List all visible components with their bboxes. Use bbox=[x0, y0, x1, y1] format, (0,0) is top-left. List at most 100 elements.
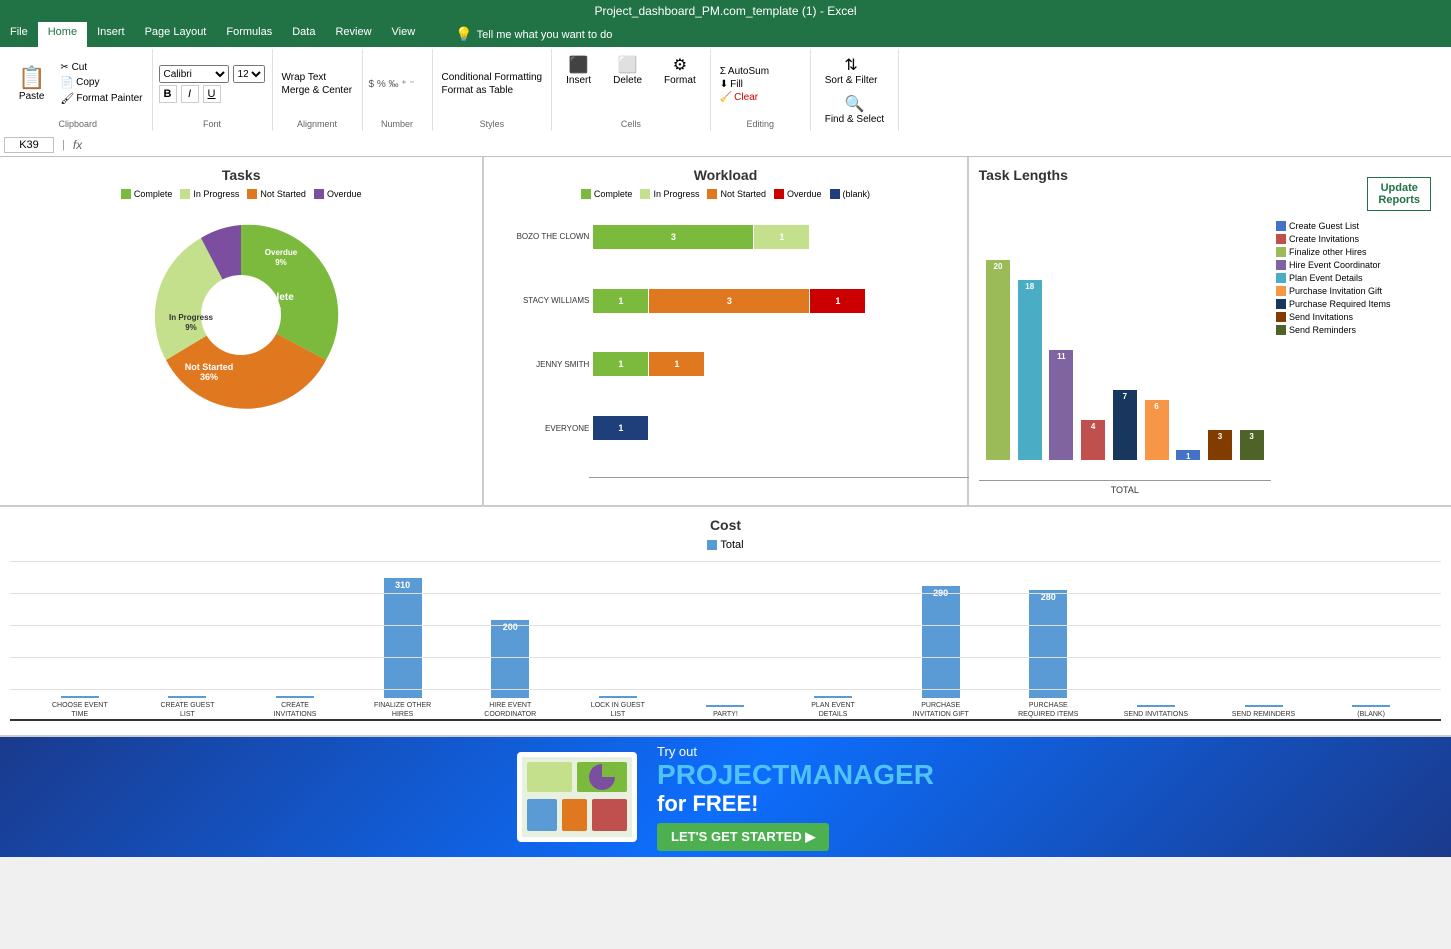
cost-bar-rect-2 bbox=[168, 696, 206, 698]
tasks-panel: Tasks Complete In Progress Not Started O… bbox=[0, 157, 484, 505]
delete-button[interactable]: ⬜ Delete bbox=[605, 51, 650, 90]
tell-me-box[interactable]: 💡 Tell me what you want to do bbox=[445, 22, 622, 47]
wl-color-complete bbox=[581, 189, 591, 199]
svg-text:Not Started: Not Started bbox=[185, 362, 234, 372]
tab-home[interactable]: Home bbox=[38, 22, 87, 47]
formula-bar: | fx bbox=[0, 133, 1451, 157]
format-painter-button[interactable]: 🖌 Format Painter bbox=[57, 91, 145, 106]
copy-button[interactable]: 📄 Copy bbox=[57, 75, 145, 90]
banner-thumbnail-svg bbox=[522, 757, 632, 837]
conditional-formatting-button[interactable]: Conditional Formatting bbox=[439, 71, 546, 84]
sort-filter-button[interactable]: ⇅ Sort & Filter bbox=[817, 51, 886, 90]
svg-text:9%: 9% bbox=[275, 258, 287, 267]
autosum-button[interactable]: ΣAutoSum bbox=[717, 65, 772, 78]
banner-cta-button[interactable]: LET'S GET STARTED ▶ bbox=[657, 823, 829, 851]
task-lengths-chart-area: 20 18 11 4 7 bbox=[979, 211, 1271, 495]
tl-bar-3: 11 bbox=[1047, 350, 1076, 460]
legend-complete: Complete bbox=[121, 189, 173, 199]
font-size-select[interactable]: 12 bbox=[233, 65, 265, 83]
tab-review[interactable]: Review bbox=[325, 22, 381, 47]
tab-data[interactable]: Data bbox=[282, 22, 325, 47]
tl-lc-8 bbox=[1276, 312, 1286, 322]
insert-button[interactable]: ⬛ Insert bbox=[558, 51, 599, 90]
find-select-button[interactable]: 🔍 Find & Select bbox=[817, 90, 892, 129]
formula-input[interactable] bbox=[86, 139, 1447, 151]
cost-bar-party: PARTY! bbox=[676, 705, 776, 719]
tl-legend-9: Send Reminders bbox=[1276, 325, 1436, 335]
cost-bar-rect-10: 280 bbox=[1029, 590, 1067, 698]
legend-not-started: Not Started bbox=[247, 189, 306, 199]
tasks-legend: Complete In Progress Not Started Overdue bbox=[121, 189, 362, 199]
formula-separator: | bbox=[58, 139, 69, 151]
tl-lc-9 bbox=[1276, 325, 1286, 335]
font-content: Calibri 12 B I U bbox=[159, 51, 266, 117]
cost-bar-create-invitations: CREATE INVITATIONS bbox=[245, 696, 345, 719]
italic-button[interactable]: I bbox=[181, 85, 199, 103]
wl-color-overdue bbox=[774, 189, 784, 199]
banner-title: PROJECTMANAGER bbox=[657, 759, 934, 791]
merge-center-button[interactable]: Merge & Center bbox=[279, 84, 356, 97]
tab-insert[interactable]: Insert bbox=[87, 22, 135, 47]
wl-bar-bozo-in-progress: 1 bbox=[754, 225, 809, 249]
alignment-group: Wrap Text Merge & Center Alignment bbox=[273, 49, 363, 131]
tab-page-layout[interactable]: Page Layout bbox=[135, 22, 217, 47]
editing-content: ΣAutoSum ⬇Fill 🧹 Clear bbox=[717, 51, 804, 117]
wl-bar-everyone-blank: 1 bbox=[593, 416, 648, 440]
sort-find-content: ⇅ Sort & Filter 🔍 Find & Select bbox=[817, 51, 892, 129]
tl-bar-2: 18 bbox=[1015, 280, 1044, 460]
wl-bar-stacy-overdue: 1 bbox=[810, 289, 865, 313]
tl-lc-7 bbox=[1276, 299, 1286, 309]
clear-button[interactable]: 🧹 Clear bbox=[717, 91, 761, 104]
tab-file[interactable]: File bbox=[0, 22, 38, 47]
font-name-select[interactable]: Calibri bbox=[159, 65, 229, 83]
cost-chart-area: CHOOSE EVENT TIME CREATE GUEST LIST CREA… bbox=[10, 561, 1441, 721]
banner-for-free: for FREE! bbox=[657, 791, 934, 817]
styles-content: Conditional Formatting Format as Table bbox=[439, 51, 546, 117]
svg-text:In Progress: In Progress bbox=[169, 313, 214, 322]
wrap-text-button[interactable]: Wrap Text bbox=[279, 71, 330, 84]
cost-bar-choose-event-time: CHOOSE EVENT TIME bbox=[30, 696, 130, 719]
legend-in-progress: In Progress bbox=[180, 189, 239, 199]
workload-bars-stacy: 1 3 1 bbox=[593, 289, 946, 313]
banner-title2: MANAGER bbox=[789, 759, 934, 790]
cut-button[interactable]: ✂ Cut bbox=[57, 61, 145, 74]
legend-overdue: Overdue bbox=[314, 189, 362, 199]
cost-bar-rect-3 bbox=[276, 696, 314, 698]
wl-color-blank bbox=[830, 189, 840, 199]
cost-section: Cost Total CHOOSE EVENT TIME bbox=[0, 507, 1451, 737]
tl-legend-5: Plan Event Details bbox=[1276, 273, 1436, 283]
banner: Try out PROJECTMANAGER for FREE! LET'S G… bbox=[0, 737, 1451, 857]
task-lengths-legend: Create Guest List Create Invitations Fin… bbox=[1271, 211, 1441, 495]
workload-label-bozo: BOZO THE CLOWN bbox=[504, 232, 589, 241]
paste-button[interactable]: 📋 Paste bbox=[10, 61, 53, 106]
editing-label: Editing bbox=[746, 117, 774, 129]
cost-legend-color bbox=[707, 540, 717, 550]
name-box[interactable] bbox=[4, 137, 54, 153]
cost-bar-send-invitations: SEND INVITATIONS bbox=[1106, 705, 1206, 719]
bold-button[interactable]: B bbox=[159, 85, 177, 103]
format-button[interactable]: ⚙ Format bbox=[656, 51, 704, 90]
cost-bar-rect-4: 310 bbox=[384, 578, 422, 698]
tl-bar-6: 6 bbox=[1142, 400, 1171, 460]
title-text: Project_dashboard_PM.com_template (1) - … bbox=[594, 4, 856, 18]
format-as-table-button[interactable]: Format as Table bbox=[439, 84, 517, 97]
underline-button[interactable]: U bbox=[203, 85, 221, 103]
task-lengths-content: 20 18 11 4 7 bbox=[979, 211, 1441, 495]
svg-text:Complete: Complete bbox=[248, 292, 294, 303]
sort-find-group: ⇅ Sort & Filter 🔍 Find & Select bbox=[811, 49, 899, 131]
cost-chart-container: CHOOSE EVENT TIME CREATE GUEST LIST CREA… bbox=[10, 561, 1441, 721]
tl-lc-5 bbox=[1276, 273, 1286, 283]
tab-view[interactable]: View bbox=[382, 22, 426, 47]
fill-button[interactable]: ⬇Fill bbox=[717, 78, 746, 91]
tl-lc-2 bbox=[1276, 234, 1286, 244]
tab-formulas[interactable]: Formulas bbox=[216, 22, 282, 47]
legend-color-not-started bbox=[247, 189, 257, 199]
cost-bar-rect-12 bbox=[1245, 705, 1283, 707]
workload-label-stacy: STACY WILLIAMS bbox=[504, 296, 589, 305]
ribbon-tabs: File Home Insert Page Layout Formulas Da… bbox=[0, 22, 1451, 47]
clipboard-label: Clipboard bbox=[58, 117, 97, 129]
update-reports-button[interactable]: UpdateReports bbox=[1367, 177, 1431, 211]
number-label: Number bbox=[381, 117, 413, 129]
cost-legend: Total bbox=[10, 539, 1441, 551]
editing-group: ΣAutoSum ⬇Fill 🧹 Clear Editing bbox=[711, 49, 811, 131]
